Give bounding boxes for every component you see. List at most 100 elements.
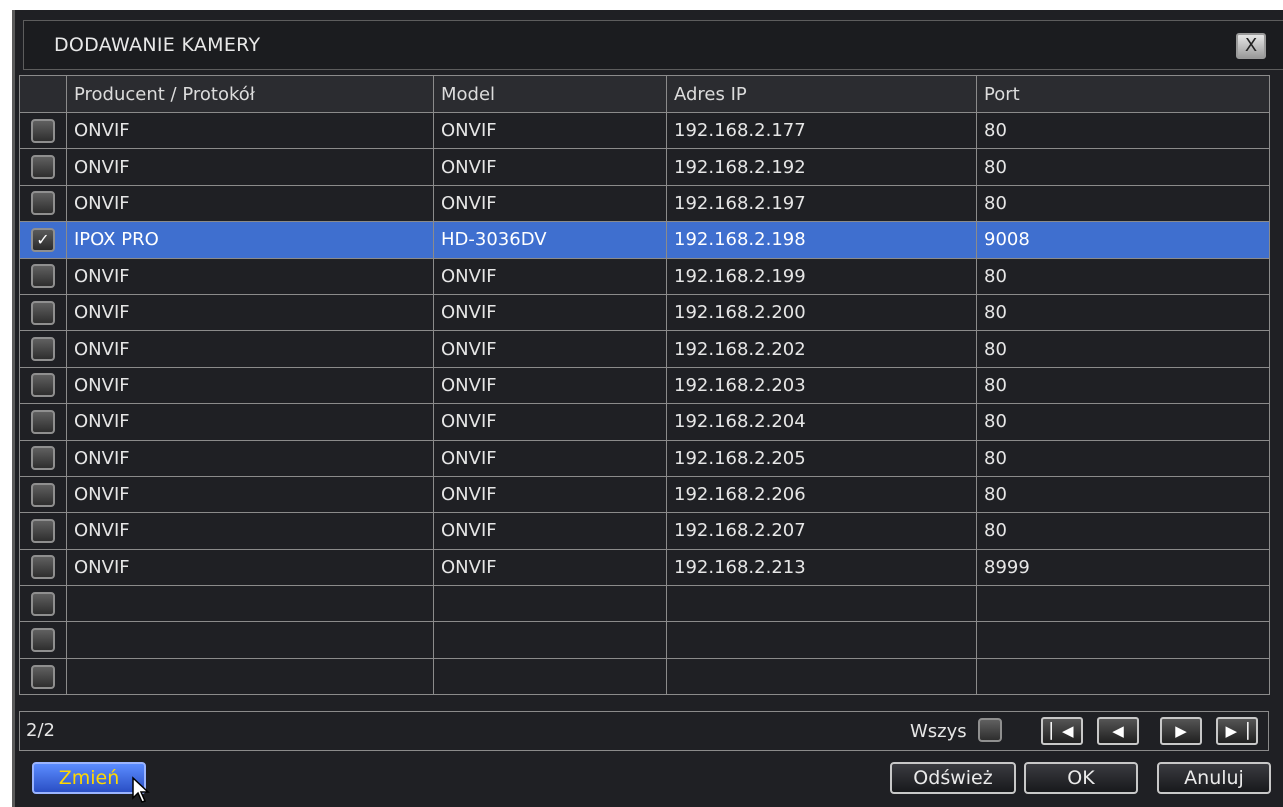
cell-port [976,621,1270,659]
table-row[interactable]: ONVIF ONVIF 192.168.2.205 80 [19,439,1270,477]
cell-model: ONVIF [433,403,667,441]
row-checkbox-cell [19,657,67,696]
cell-model: ONVIF [433,293,667,332]
cell-ip: 192.168.2.205 [666,439,977,477]
row-checkbox[interactable] [31,628,55,653]
cell-ip [666,585,977,623]
cell-ip: 192.168.2.177 [666,111,977,150]
cell-port: 80 [976,366,1270,405]
table-row[interactable] [19,657,1270,696]
row-checkbox[interactable] [31,409,55,434]
cell-ip: 192.168.2.192 [666,148,977,186]
cell-port: 80 [976,330,1270,368]
cell-port: 80 [976,475,1270,514]
cell-model: ONVIF [433,257,667,295]
prev-icon: ◀ [1112,722,1124,740]
cell-ip: 192.168.2.202 [666,330,977,368]
ok-button[interactable]: OK [1024,762,1138,794]
page-indicator: 2/2 [26,720,55,741]
row-checkbox[interactable] [31,446,55,471]
cell-vendor: ONVIF [66,257,434,295]
table-row[interactable]: ONVIF ONVIF 192.168.2.202 80 [19,330,1270,368]
row-checkbox[interactable] [31,264,55,289]
cell-vendor: ONVIF [66,475,434,514]
cell-port [976,585,1270,623]
row-checkbox[interactable] [31,118,55,143]
row-checkbox-cell [19,475,67,514]
row-checkbox[interactable]: ✓ [31,227,55,252]
table-row[interactable]: ONVIF ONVIF 192.168.2.200 80 [19,293,1270,332]
column-header-vendor[interactable]: Producent / Protokół [66,75,434,113]
column-header-port[interactable]: Port [976,75,1270,113]
cell-vendor: IPOX PRO [66,221,434,259]
next-page-button[interactable]: ▶ [1160,717,1202,745]
cell-ip: 192.168.2.213 [666,548,977,587]
refresh-button[interactable]: Odśwież [890,762,1016,794]
row-checkbox-cell [19,366,67,405]
table-row[interactable]: ✓ IPOX PRO HD-3036DV 192.168.2.198 9008 [19,221,1270,259]
cell-vendor: ONVIF [66,548,434,587]
cell-ip: 192.168.2.198 [666,221,977,259]
cell-model: HD-3036DV [433,221,667,259]
cell-port: 80 [976,257,1270,295]
cell-vendor: ONVIF [66,184,434,223]
dialog-title: DODAWANIE KAMERY [54,34,261,56]
cell-port: 9008 [976,221,1270,259]
cell-port: 8999 [976,548,1270,587]
row-checkbox[interactable] [31,664,55,689]
cell-model [433,621,667,659]
row-checkbox-cell: ✓ [19,221,67,259]
cell-vendor: ONVIF [66,366,434,405]
table-row[interactable] [19,621,1270,659]
prev-page-button[interactable]: ◀ [1097,717,1139,745]
column-header-model[interactable]: Model [433,75,667,113]
cell-port: 80 [976,403,1270,441]
camera-table: Producent / Protokół Model Adres IP Port… [19,75,1270,696]
table-row[interactable]: ONVIF ONVIF 192.168.2.177 80 [19,111,1270,150]
row-checkbox-cell [19,585,67,623]
first-page-button[interactable]: ▏◀ [1041,717,1083,745]
table-row[interactable]: ONVIF ONVIF 192.168.2.207 80 [19,512,1270,550]
table-row[interactable]: ONVIF ONVIF 192.168.2.203 80 [19,366,1270,405]
table-row[interactable]: ONVIF ONVIF 192.168.2.192 80 [19,148,1270,186]
row-checkbox-cell [19,257,67,295]
cell-model: ONVIF [433,184,667,223]
table-row[interactable]: ONVIF ONVIF 192.168.2.204 80 [19,403,1270,441]
table-row[interactable]: ONVIF ONVIF 192.168.2.199 80 [19,257,1270,295]
row-checkbox[interactable] [31,191,55,216]
refresh-button-label: Odśwież [913,767,993,789]
cell-model [433,585,667,623]
ok-button-label: OK [1067,767,1095,789]
row-checkbox[interactable] [31,155,55,180]
cell-vendor: ONVIF [66,512,434,550]
column-header-ip[interactable]: Adres IP [666,75,977,113]
table-row[interactable]: ONVIF ONVIF 192.168.2.206 80 [19,475,1270,514]
row-checkbox-cell [19,148,67,186]
select-all-checkbox[interactable] [978,718,1002,742]
skip-first-icon: ▏◀ [1050,722,1074,740]
row-checkbox[interactable] [31,300,55,325]
table-row[interactable]: ONVIF ONVIF 192.168.2.213 8999 [19,548,1270,587]
table-row[interactable]: ONVIF ONVIF 192.168.2.197 80 [19,184,1270,223]
row-checkbox-cell [19,293,67,332]
row-checkbox[interactable] [31,373,55,398]
cell-vendor [66,585,434,623]
cell-port: 80 [976,512,1270,550]
table-row[interactable] [19,585,1270,623]
row-checkbox[interactable] [31,482,55,507]
change-button[interactable]: Zmień [32,762,146,794]
row-checkbox-cell [19,512,67,550]
last-page-button[interactable]: ▶▕ [1216,717,1258,745]
row-checkbox[interactable] [31,337,55,362]
cancel-button[interactable]: Anuluj [1157,762,1271,794]
close-button[interactable]: X [1236,33,1266,59]
row-checkbox[interactable] [31,518,55,543]
cell-vendor [66,657,434,696]
row-checkbox[interactable] [31,555,55,580]
row-checkbox[interactable] [31,591,55,616]
cell-ip: 192.168.2.204 [666,403,977,441]
row-checkbox-cell [19,111,67,150]
header-checkbox-column [19,75,67,113]
select-all-label: Wszys [910,721,967,742]
mouse-cursor-icon [132,776,150,803]
